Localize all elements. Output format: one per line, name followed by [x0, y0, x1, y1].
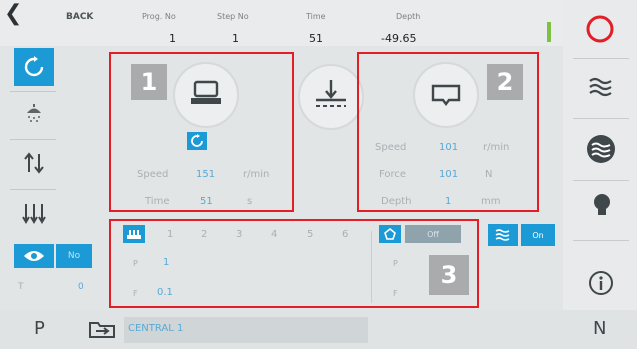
f-value[interactable]: 0.1 — [157, 287, 173, 298]
force-value[interactable]: 101 — [439, 169, 458, 180]
step-2[interactable]: 2 — [201, 229, 207, 240]
program-name: CENTRAL 1 — [128, 323, 184, 334]
tool-circle[interactable] — [173, 62, 239, 128]
depth-label: Depth — [396, 12, 421, 21]
info-icon — [589, 271, 613, 295]
circular-wave-button[interactable] — [585, 133, 617, 165]
prog-no-label: Prog. No — [142, 12, 176, 21]
up-down-button[interactable] — [14, 144, 54, 182]
up-down-arrows-icon — [24, 152, 44, 174]
off-toggle[interactable]: Off — [405, 225, 461, 243]
speed-label: Speed — [137, 169, 169, 180]
eye-toggle-button[interactable] — [14, 244, 54, 268]
force-unit: N — [485, 169, 493, 180]
speed-value[interactable]: 151 — [196, 169, 215, 180]
p-value[interactable]: 1 — [163, 257, 169, 268]
time-param-label: Time — [145, 196, 170, 207]
time-label: Time — [306, 12, 326, 21]
callout-badge-2: 2 — [487, 64, 523, 100]
pressure-mode-button[interactable] — [379, 225, 401, 243]
folder-button[interactable] — [88, 318, 116, 340]
callout-badge-1: 1 — [131, 64, 167, 100]
panel-divider — [371, 231, 372, 303]
on-label: On — [532, 230, 544, 240]
light-button[interactable] — [591, 192, 613, 220]
depth2-label: Depth — [381, 196, 412, 207]
depth2-value[interactable]: 1 — [445, 196, 451, 207]
step-3[interactable]: 3 — [236, 229, 242, 240]
step-no-value: 1 — [232, 32, 239, 45]
folder-arrow-icon — [89, 322, 115, 338]
stop-button[interactable] — [585, 14, 615, 44]
step-no-label: Step No — [217, 12, 249, 21]
step-1[interactable]: 1 — [167, 229, 173, 240]
shower-icon — [27, 104, 41, 122]
info-button[interactable] — [588, 270, 614, 296]
speed2-value[interactable]: 101 — [439, 142, 458, 153]
on-toggle[interactable]: On — [521, 224, 555, 246]
p2-label: P — [393, 259, 398, 268]
f-label: F — [133, 289, 138, 298]
program-steps-panel: 1 2 3 4 5 6 P 1 F 0.1 Off P F 3 — [109, 219, 479, 308]
force-label: Force — [379, 169, 407, 180]
prog-no-value: 1 — [169, 32, 176, 45]
status-indicator — [547, 22, 551, 42]
header-bar: ❮ BACK Prog. No 1 Step No 1 Time 51 Dept… — [0, 0, 637, 46]
time-value: 51 — [309, 32, 323, 45]
rotate-icon — [24, 56, 44, 77]
rotation-direction-button[interactable] — [187, 132, 207, 150]
no-toggle-label: No — [67, 251, 81, 261]
step-6[interactable]: 6 — [342, 229, 348, 240]
time-unit: s — [247, 196, 253, 207]
tool-head-icon — [191, 80, 221, 104]
f2-label: F — [393, 289, 398, 298]
next-n-button[interactable]: N — [593, 318, 606, 339]
depth2-unit: mm — [481, 196, 501, 207]
depth-zero-circle[interactable] — [298, 64, 364, 130]
right-sidebar — [563, 0, 637, 310]
steps-mode-button[interactable] — [123, 225, 145, 243]
program-name-field[interactable]: CENTRAL 1 — [124, 317, 368, 343]
pressure-panel: 2 Speed 101 r/min Force 101 N Depth 1 mm — [357, 52, 539, 212]
back-arrow-icon[interactable]: ❮ — [4, 3, 22, 25]
rotation-panel: 1 Speed 151 r/min Time 51 s — [109, 52, 294, 212]
time-param-value[interactable]: 51 — [200, 196, 213, 207]
wave-small-icon — [495, 229, 510, 241]
force-tool-circle[interactable] — [413, 62, 479, 128]
speed2-label: Speed — [375, 142, 407, 153]
rotation-mode-button[interactable] — [14, 48, 54, 86]
back-label[interactable]: BACK — [66, 12, 93, 22]
machine-screen: ❮ BACK Prog. No 1 Step No 1 Time 51 Dept… — [0, 0, 637, 349]
triple-down-arrows-icon — [22, 204, 46, 224]
p-label: P — [133, 259, 138, 268]
feed-down-button[interactable] — [14, 194, 54, 232]
off-label: Off — [427, 229, 439, 239]
light-bulb-icon — [594, 194, 610, 215]
vibration-button[interactable] — [587, 76, 615, 100]
depth-value: -49.65 — [381, 32, 417, 45]
no-toggle-button[interactable]: No — [56, 244, 92, 268]
callout-badge-3: 3 — [429, 255, 469, 295]
pressure-tool-icon — [431, 84, 461, 106]
t-label: T — [18, 282, 24, 292]
rotate-small-icon — [191, 134, 203, 147]
coolant-button[interactable] — [14, 94, 54, 132]
program-p-button[interactable]: P — [34, 318, 45, 339]
t-value: 0 — [78, 282, 84, 292]
steps-icon — [127, 230, 141, 239]
depth-zero-icon — [316, 80, 346, 107]
wave-lines-icon — [589, 77, 612, 97]
wave-circle-icon — [587, 135, 615, 163]
left-sidebar: No T 0 — [0, 46, 106, 308]
red-circle-icon — [586, 15, 614, 43]
step-4[interactable]: 4 — [271, 229, 277, 240]
eye-icon — [24, 251, 44, 261]
pentagon-icon — [384, 228, 396, 240]
vibration-mode-button[interactable] — [488, 224, 518, 246]
speed2-unit: r/min — [483, 142, 510, 153]
speed-unit: r/min — [243, 169, 270, 180]
step-5[interactable]: 5 — [307, 229, 313, 240]
